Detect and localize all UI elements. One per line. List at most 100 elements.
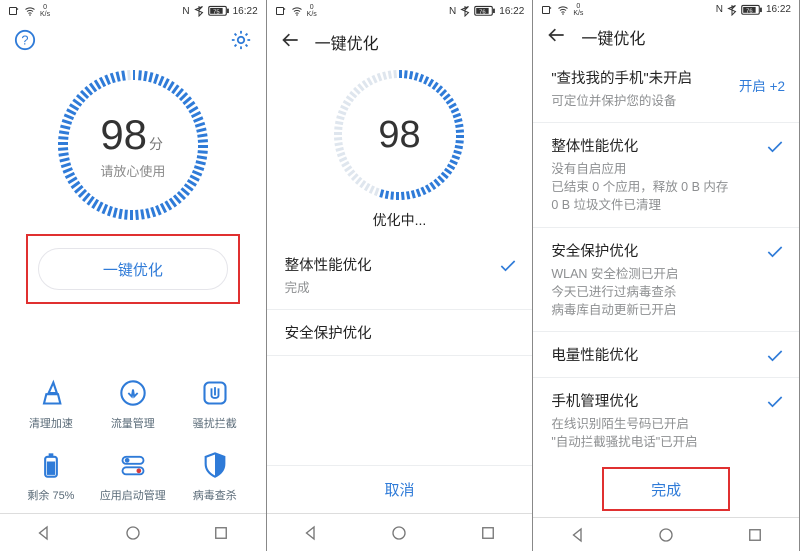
help-icon[interactable]: ?	[14, 29, 36, 56]
item-title: "查找我的手机"未开启	[551, 67, 727, 88]
card-icon	[541, 4, 553, 16]
top-bar: 一键优化	[533, 20, 799, 56]
check-icon	[498, 256, 518, 276]
feature-label: 骚扰拦截	[193, 415, 237, 431]
status-bar: 0K/s N 75 16:22	[0, 0, 266, 22]
nav-bar	[0, 513, 266, 551]
feature-block[interactable]: 骚扰拦截	[174, 379, 256, 431]
top-bar: ?	[0, 22, 266, 62]
item-title: 安全保护优化	[285, 322, 483, 343]
list-item: 整体性能优化 没有自启应用 已结束 0 个应用，释放 0 B 内存 0 B 垃圾…	[533, 123, 799, 227]
back-icon[interactable]	[281, 30, 301, 55]
gear-icon[interactable]	[230, 29, 252, 56]
check-icon	[765, 392, 785, 412]
back-icon[interactable]	[547, 25, 567, 50]
bluetooth-icon	[459, 5, 471, 17]
feature-cleanup[interactable]: 清理加速	[10, 379, 92, 431]
enable-action[interactable]: 开启 +2	[739, 75, 785, 95]
feature-label: 流量管理	[111, 415, 155, 431]
feature-label: 剩余 75%	[27, 487, 74, 503]
broom-icon	[37, 379, 65, 407]
feature-label: 应用启动管理	[100, 487, 166, 503]
item-title: 电量性能优化	[551, 344, 749, 365]
card-icon	[275, 5, 287, 17]
nav-home[interactable]	[124, 524, 142, 542]
bluetooth-icon	[193, 5, 205, 17]
nfc-indicator: N	[449, 6, 456, 17]
svg-text:?: ?	[21, 32, 28, 47]
battery-icon: 76	[474, 5, 496, 17]
list-item: 电量性能优化	[533, 332, 799, 378]
list-item: 安全保护优化	[267, 310, 533, 356]
screen-results: 0K/s N 76 16:22 一键优化 "查找我的手机"未开启 可定位并保护您…	[533, 0, 800, 551]
nav-back[interactable]	[302, 524, 320, 542]
nav-home[interactable]	[390, 524, 408, 542]
clock: 16:22	[766, 4, 791, 15]
battery-icon: 76	[741, 4, 763, 16]
wifi-icon	[557, 4, 569, 16]
toggle-icon	[119, 451, 147, 479]
status-bar: 0K/s N 76 16:22	[533, 0, 799, 20]
net-speed: 0K/s	[40, 4, 50, 18]
highlight-optimize-button: 一键优化	[26, 234, 240, 304]
feature-traffic[interactable]: 流量管理	[92, 379, 174, 431]
page-title: 一键优化	[315, 30, 379, 54]
svg-text:76: 76	[479, 9, 486, 15]
optimize-list: 整体性能优化 完成 安全保护优化	[267, 242, 533, 465]
net-speed: 0K/s	[307, 4, 317, 18]
item-sub: 在线识别陌生号码已开启 "自动拦截骚扰电话"已开启	[551, 415, 749, 451]
shield-icon	[201, 451, 229, 479]
item-title: 整体性能优化	[285, 254, 483, 275]
screen-optimizing: 0K/s N 76 16:22 一键优化 98 优化中... 整体性能优化 完成…	[267, 0, 534, 551]
check-icon	[765, 242, 785, 262]
list-item: 整体性能优化 完成	[267, 242, 533, 310]
svg-text:76: 76	[746, 8, 753, 14]
feature-battery[interactable]: 剩余 75%	[10, 451, 92, 503]
battery-icon	[37, 451, 65, 479]
highlight-done-button: 完成	[602, 467, 730, 511]
optimize-button[interactable]: 一键优化	[38, 248, 228, 290]
progress-label: 优化中...	[267, 210, 533, 230]
nav-home[interactable]	[657, 526, 675, 544]
results-list: "查找我的手机"未开启 可定位并保护您的设备 开启 +2 整体性能优化 没有自启…	[533, 55, 799, 463]
nav-back[interactable]	[569, 526, 587, 544]
nfc-indicator: N	[716, 4, 723, 15]
feature-label: 病毒查杀	[193, 487, 237, 503]
nav-recent[interactable]	[479, 524, 497, 542]
feature-virus[interactable]: 病毒查杀	[174, 451, 256, 503]
clock: 16:22	[233, 6, 258, 17]
item-sub: 完成	[285, 279, 483, 297]
score-dial: 98	[267, 62, 533, 200]
traffic-icon	[119, 379, 147, 407]
list-item: 安全保护优化 WLAN 安全检测已开启 今天已进行过病毒查杀 病毒库自动更新已开…	[533, 228, 799, 332]
check-icon	[765, 137, 785, 157]
clock: 16:22	[499, 6, 524, 17]
feature-label: 清理加速	[29, 415, 73, 431]
wifi-icon	[291, 5, 303, 17]
hand-icon	[201, 379, 229, 407]
svg-text:75: 75	[213, 9, 220, 15]
bluetooth-icon	[726, 4, 738, 16]
nav-recent[interactable]	[212, 524, 230, 542]
banner-item[interactable]: "查找我的手机"未开启 可定位并保护您的设备 开启 +2	[533, 55, 799, 123]
nav-recent[interactable]	[746, 526, 764, 544]
item-sub: 可定位并保护您的设备	[551, 92, 727, 110]
battery-icon: 75	[208, 5, 230, 17]
feature-grid: 清理加速 流量管理 骚扰拦截 剩余 75% 应用启动管理 病毒查杀	[0, 365, 266, 513]
wifi-icon	[24, 5, 36, 17]
nav-bar	[267, 513, 533, 551]
top-bar: 一键优化	[267, 22, 533, 62]
item-title: 手机管理优化	[551, 390, 749, 411]
item-sub: WLAN 安全检测已开启 今天已进行过病毒查杀 病毒库自动更新已开启	[551, 265, 749, 319]
score-dial: 98 分 请放心使用	[0, 62, 266, 220]
done-button[interactable]: 完成	[604, 469, 728, 509]
net-speed: 0K/s	[573, 3, 583, 17]
feature-startup[interactable]: 应用启动管理	[92, 451, 174, 503]
nav-back[interactable]	[35, 524, 53, 542]
card-icon	[8, 5, 20, 17]
item-title: 安全保护优化	[551, 240, 749, 261]
status-bar: 0K/s N 76 16:22	[267, 0, 533, 22]
cancel-button[interactable]: 取消	[267, 465, 533, 513]
check-icon	[765, 346, 785, 366]
item-title: 整体性能优化	[551, 135, 749, 156]
